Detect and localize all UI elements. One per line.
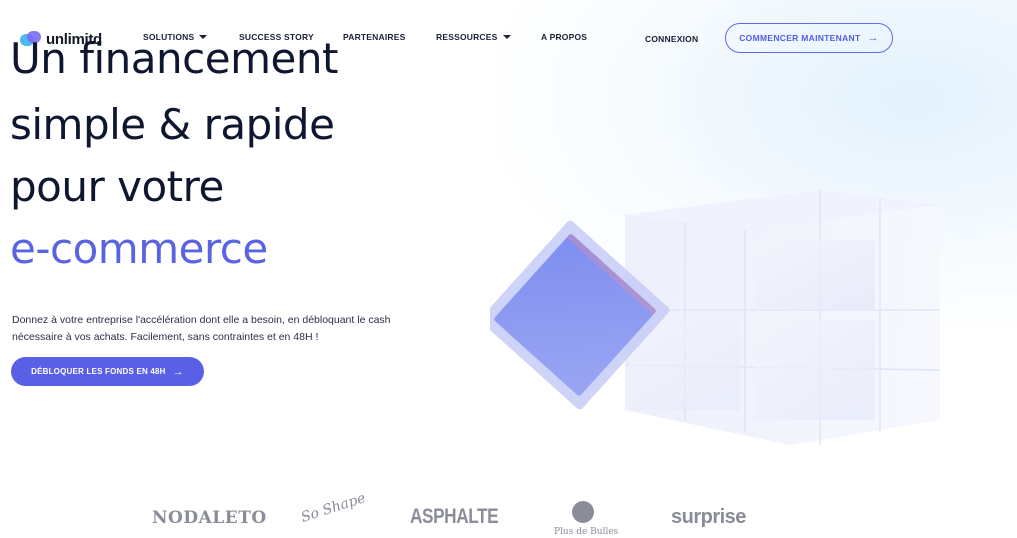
- brand-logo-plusdebulles: Plus de Bulles: [554, 527, 619, 537]
- arrow-right-icon: →: [172, 365, 184, 378]
- description-line: nécessaire à vos achats. Facilement, san…: [12, 331, 319, 343]
- description-line: Donnez à votre entreprise l'accélération…: [12, 314, 391, 326]
- headline-line-3: pour votre: [10, 162, 224, 211]
- start-now-button[interactable]: COMMENCER MAINTENANT →: [725, 23, 893, 53]
- login-label: CONNEXION: [645, 34, 699, 44]
- brand-logo-nodaleto: NODALETO: [152, 508, 267, 528]
- brand-logo-asphalte: ASPHALTE: [410, 505, 499, 528]
- nav-item-label: PARTENAIRES: [343, 32, 406, 42]
- login-link[interactable]: CONNEXION: [645, 34, 698, 44]
- plus-de-bulles-mark-icon: [572, 501, 594, 523]
- nav-item-label: RESSOURCES: [436, 32, 498, 42]
- start-now-label: COMMENCER MAINTENANT: [739, 33, 861, 43]
- nav-item-a-propos[interactable]: A PROPOS: [541, 32, 587, 42]
- caret-down-icon: [502, 35, 511, 39]
- brand-logo-surprise: surprise: [671, 506, 746, 528]
- hero-description: Donnez à votre entreprise l'accélération…: [12, 312, 452, 346]
- unlock-funds-button[interactable]: DÉBLOQUER LES FONDS EN 48H →: [11, 357, 204, 386]
- nav-item-partenaires[interactable]: PARTENAIRES: [343, 32, 406, 42]
- brand-logo-soshape: So Shape: [299, 490, 368, 526]
- headline-line-2: simple & rapide: [10, 100, 335, 149]
- headline-accent: e-commerce: [10, 224, 268, 273]
- nav-item-label: A PROPOS: [541, 32, 588, 42]
- cubes-illustration: [490, 190, 941, 445]
- headline-line-1: Un financement: [10, 34, 338, 83]
- arrow-right-icon: →: [867, 32, 879, 44]
- unlock-funds-label: DÉBLOQUER LES FONDS EN 48H: [31, 367, 166, 376]
- nav-item-ressources[interactable]: RESSOURCES: [436, 32, 511, 42]
